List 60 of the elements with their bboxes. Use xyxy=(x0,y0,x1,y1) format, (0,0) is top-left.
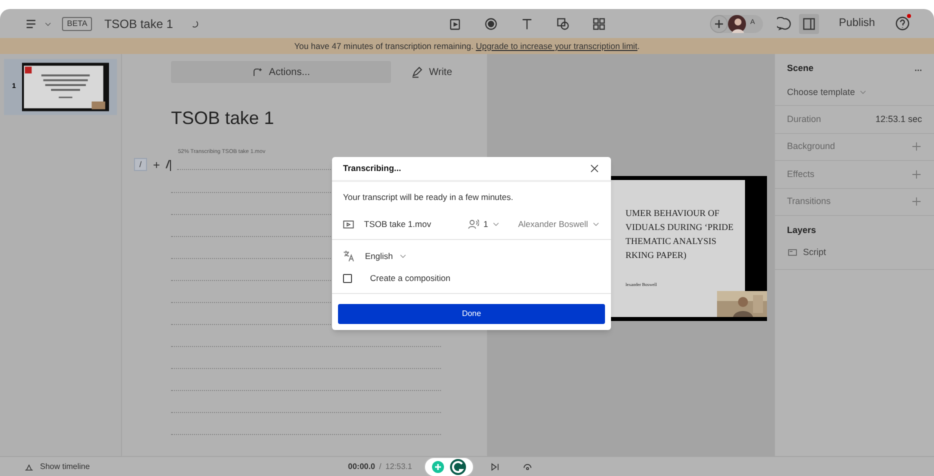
current-time: 00:00.0 xyxy=(348,460,376,472)
show-timeline-button[interactable]: Show timeline xyxy=(24,460,344,472)
banner-text: You have 47 minutes of transcription remaining. Upgrade to increase your transcription limit. xyxy=(294,40,640,52)
side-panel-icon xyxy=(802,16,816,30)
more-button[interactable]: ... xyxy=(914,62,922,76)
property-value: 12:53.1 sec xyxy=(875,112,922,126)
property-label: Transitions xyxy=(787,195,831,208)
avatar[interactable] xyxy=(728,14,746,32)
speakers-icon xyxy=(468,218,480,230)
translate-icon xyxy=(343,250,355,262)
speaker-name-dropdown[interactable]: Alexander Boswell xyxy=(518,218,600,230)
chevron-down-icon xyxy=(492,220,500,228)
slide-title-line: RKING PAPER) xyxy=(626,249,688,262)
slide-title-line: THEMATIC ANALYSIS xyxy=(626,235,718,248)
dialog-message: Your transcript will be ready in a few minutes. xyxy=(343,191,514,204)
slide-title-line: UMER BEHAVIOUR OF xyxy=(626,207,720,220)
panel-toggle-button[interactable] xyxy=(798,14,819,34)
property-label: Background xyxy=(787,140,836,153)
script-line-text[interactable]: / xyxy=(166,160,172,171)
comment-icon[interactable] xyxy=(776,16,791,30)
beta-badge: BETA xyxy=(62,16,92,30)
chevron-down-icon xyxy=(592,220,600,228)
layer-item[interactable]: Script xyxy=(787,246,922,259)
write-button[interactable]: Write xyxy=(411,64,452,80)
chevron-down-icon xyxy=(859,88,868,96)
dialog-title: Transcribing... xyxy=(343,162,402,175)
layers-heading: Layers xyxy=(787,224,818,237)
property-label: Duration xyxy=(787,112,822,126)
extension-badge-icon[interactable] xyxy=(424,456,474,476)
pen-icon xyxy=(411,66,423,78)
publish-button[interactable]: Publish xyxy=(826,15,887,32)
script-icon xyxy=(787,248,798,257)
property-label: Effects xyxy=(787,168,814,180)
document-title: TSOB take 1 xyxy=(171,107,276,130)
grid-icon[interactable] xyxy=(592,16,606,30)
composition-checkbox[interactable] xyxy=(343,274,352,284)
actions-button[interactable]: Actions... xyxy=(171,61,391,83)
total-time: 12:53.1 xyxy=(385,460,412,472)
file-name: TSOB take 1.mov xyxy=(364,218,432,230)
loop-icon[interactable] xyxy=(522,461,534,472)
composition-label: Create a composition xyxy=(370,272,450,285)
close-icon[interactable] xyxy=(589,163,600,174)
help-icon[interactable] xyxy=(895,16,910,31)
slash-command-button[interactable]: / xyxy=(134,158,147,171)
record-icon[interactable] xyxy=(484,16,498,30)
time-separator: / xyxy=(379,460,382,472)
shapes-icon[interactable] xyxy=(556,16,570,30)
project-title[interactable]: TSOB take 1 xyxy=(104,14,174,32)
screen-record-icon[interactable] xyxy=(448,16,462,30)
speaker-count-dropdown[interactable]: 1 xyxy=(468,218,500,230)
text-tool-icon[interactable] xyxy=(520,16,534,30)
video-file-icon xyxy=(343,218,354,230)
template-dropdown[interactable]: Choose template xyxy=(787,86,868,99)
upgrade-link[interactable]: Upgrade to increase your transcription limit xyxy=(476,40,638,51)
done-button[interactable]: Done xyxy=(338,304,605,324)
skip-forward-icon[interactable] xyxy=(490,462,500,472)
slide-title-line: VIDUALS DURING ‘PRIDE xyxy=(626,221,734,234)
language-dropdown[interactable]: English xyxy=(343,250,407,262)
scene-heading: Scene xyxy=(787,62,814,75)
add-block-button[interactable]: + xyxy=(153,159,160,171)
